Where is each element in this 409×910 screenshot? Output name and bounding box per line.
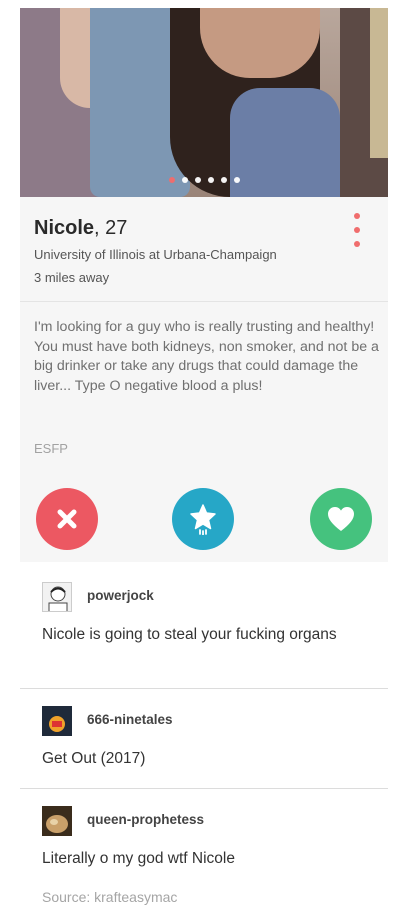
comment-item: powerjock Nicole is going to steal your … — [20, 578, 388, 678]
photo-page-dot[interactable] — [220, 177, 227, 183]
divider — [20, 688, 388, 689]
heart-icon — [328, 507, 354, 531]
action-bar — [20, 488, 388, 550]
nope-button[interactable] — [36, 488, 98, 550]
profile-photo[interactable] — [20, 8, 388, 197]
comment-username[interactable]: powerjock — [87, 588, 154, 603]
comment-item: queen-prophetess Literally o my god wtf … — [20, 802, 388, 882]
x-icon — [57, 509, 77, 529]
profile-name: Nicole — [34, 217, 95, 239]
divider — [20, 788, 388, 789]
photo-page-dot[interactable] — [233, 177, 240, 183]
super-like-button[interactable] — [172, 488, 234, 550]
avatar[interactable] — [42, 582, 72, 612]
avatar[interactable] — [42, 706, 72, 736]
profile-card: Nicole, 27 University of Illinois at Urb… — [20, 197, 388, 562]
profile-age: , 27 — [94, 217, 128, 239]
profile-distance: 3 miles away — [34, 270, 110, 285]
comment-username[interactable]: 666-ninetales — [87, 712, 173, 727]
star-icon — [190, 504, 216, 535]
like-button[interactable] — [310, 488, 372, 550]
comment-text: Literally o my god wtf Nicole — [42, 850, 235, 867]
more-options-icon[interactable] — [352, 213, 362, 247]
photo-page-dot[interactable] — [168, 177, 175, 183]
comment-item: 666-ninetales Get Out (2017) — [20, 702, 388, 782]
comment-text: Get Out (2017) — [42, 750, 146, 767]
comment-text: Nicole is going to steal your fucking or… — [42, 626, 337, 643]
photo-pagination — [20, 177, 388, 183]
profile-school: University of Illinois at Urbana-Champai… — [34, 247, 277, 262]
photo-page-dot[interactable] — [181, 177, 188, 183]
photo-page-dot[interactable] — [207, 177, 214, 183]
divider — [20, 301, 388, 302]
comment-username[interactable]: queen-prophetess — [87, 812, 204, 827]
profile-personality: ESFP — [34, 441, 68, 456]
profile-name-row: Nicole, 27 — [34, 217, 127, 240]
photo-page-dot[interactable] — [194, 177, 201, 183]
profile-bio: I'm looking for a guy who is really trus… — [34, 319, 379, 394]
source-link[interactable]: Source: krafteasymac — [42, 889, 177, 905]
photo-glass — [370, 8, 388, 158]
avatar[interactable] — [42, 806, 72, 836]
